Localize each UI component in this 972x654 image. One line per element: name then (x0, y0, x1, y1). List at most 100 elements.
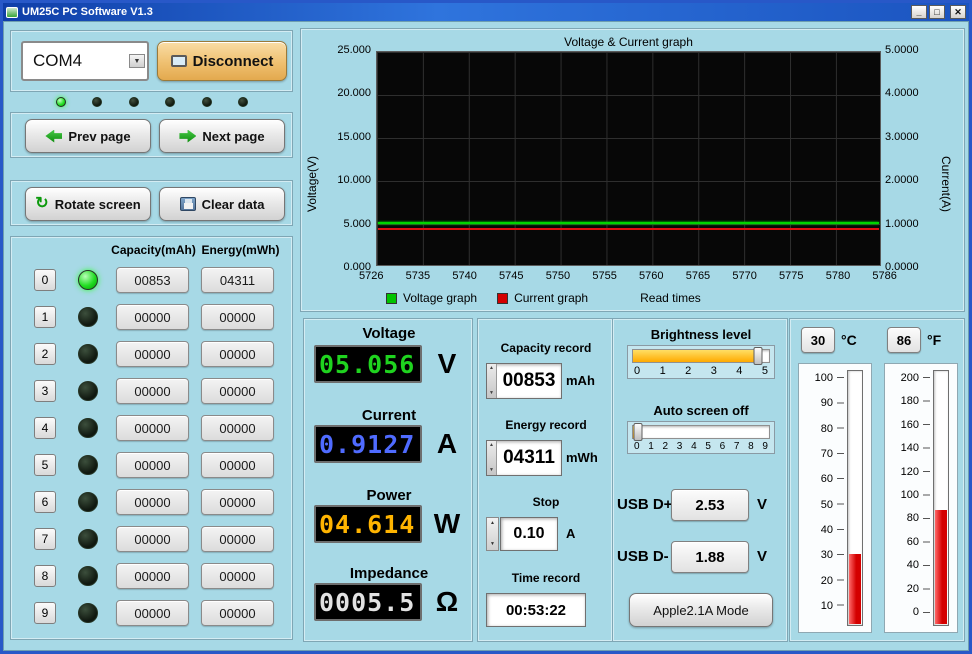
row-index-button[interactable]: 5 (34, 454, 56, 476)
x-tick: 5780 (825, 270, 851, 282)
capacity-record-field[interactable]: ▲ ▼ 00853 (486, 363, 562, 399)
energy-value: 00000 (201, 600, 274, 626)
row-index-button[interactable]: 8 (34, 565, 56, 587)
y-tick: 1.0000 (885, 217, 919, 230)
auto-screen-off-slider[interactable]: 0123456789 (627, 421, 775, 454)
y-tick: 20.000 (337, 87, 371, 100)
maximize-button[interactable]: □ (929, 5, 945, 19)
graph-panel: Voltage & Current graph Voltage(V) 25.00… (300, 28, 965, 312)
row-index-button[interactable]: 1 (34, 306, 56, 328)
power-display: 04.614 (314, 505, 422, 543)
energy-record-label: Energy record (505, 418, 587, 432)
row-led (78, 603, 98, 623)
voltage-display: 05.056 (314, 345, 422, 383)
mode-button[interactable]: Apple2.1A Mode (629, 593, 773, 627)
fahrenheit-tick-marks (923, 377, 930, 613)
left-axis-ticks: 25.000 20.000 15.000 10.000 5.000 0.000 (301, 44, 371, 273)
prev-page-button[interactable]: Prev page (25, 119, 151, 153)
capacity-value: 00000 (116, 341, 189, 367)
prev-arrow-icon (45, 129, 63, 143)
brightness-slider[interactable]: 012345 (627, 345, 775, 379)
x-tick: 5740 (452, 270, 477, 282)
current-display: 0.9127 (314, 425, 422, 463)
auto-screen-off-track[interactable] (632, 423, 770, 441)
disconnect-button[interactable]: Disconnect (157, 41, 287, 81)
next-page-label: Next page (202, 128, 265, 144)
brightness-fill (633, 350, 759, 362)
table-row: 6 00000 00000 (11, 488, 294, 518)
y-tick: 15.000 (337, 130, 371, 143)
auto-screen-off-label: Auto screen off (653, 403, 749, 418)
capacity-value: 00000 (116, 526, 189, 552)
x-axis-ticks: 5726 5735 5740 5745 5750 5755 5760 5765 … (359, 270, 897, 282)
capacity-value: 00000 (116, 563, 189, 589)
fahrenheit-unit: °F (927, 332, 942, 348)
y-tick: 3.0000 (885, 130, 919, 143)
rotate-screen-button[interactable]: ↻ Rotate screen (25, 187, 151, 221)
page-indicator-dot (56, 97, 66, 107)
next-page-button[interactable]: Next page (159, 119, 285, 153)
row-led (78, 492, 98, 512)
time-record-field: 00:53:22 (486, 593, 586, 627)
fahrenheit-scale-labels: 200 180 160 140 120 100 80 60 40 20 0 (900, 372, 919, 618)
page-indicator-dots (56, 96, 248, 108)
chart-legend: Voltage graph Current graph Read times (386, 291, 701, 305)
row-led (78, 270, 98, 290)
row-led (78, 344, 98, 364)
clear-data-icon (179, 197, 196, 211)
row-index-button[interactable]: 2 (34, 343, 56, 365)
close-button[interactable]: ✕ (950, 5, 966, 19)
row-index-button[interactable]: 6 (34, 491, 56, 513)
stop-spinner[interactable]: ▲ ▼ (486, 517, 499, 551)
energy-record-value: 04311 (503, 447, 555, 468)
table-row: 7 00000 00000 (11, 525, 294, 555)
energy-record-field[interactable]: ▲ ▼ 04311 (486, 440, 562, 476)
clear-data-button[interactable]: Clear data (159, 187, 285, 221)
app-window: UM25C PC Software V1.3 _ □ ✕ COM4 ▼ Disc… (0, 0, 972, 654)
auto-screen-off-thumb[interactable] (633, 423, 643, 441)
meters-panel: Voltage 05.056 V Current 0.9127 A Power … (303, 318, 473, 642)
brightness-track[interactable] (632, 347, 770, 365)
capacity-record-label: Capacity record (500, 341, 592, 355)
stop-unit: A (566, 526, 576, 541)
capacity-record-spinner[interactable]: ▲ ▼ (487, 364, 497, 398)
row-led (78, 455, 98, 475)
row-index-button[interactable]: 7 (34, 528, 56, 550)
energy-value: 00000 (201, 415, 274, 441)
y-tick: 25.000 (337, 44, 371, 56)
row-index-button[interactable]: 4 (34, 417, 56, 439)
table-row: 2 00000 00000 (11, 340, 294, 370)
rotate-screen-label: Rotate screen (54, 196, 141, 212)
time-record-label: Time record (511, 571, 581, 585)
com-port-select[interactable]: COM4 ▼ (21, 41, 149, 81)
impedance-unit: Ω (435, 586, 459, 617)
brightness-thumb[interactable] (753, 347, 763, 365)
x-tick: 5755 (592, 270, 617, 282)
celsius-thermometer: 30 °C 100 90 80 70 60 50 40 30 20 10 (793, 323, 877, 639)
row-index-button[interactable]: 9 (34, 602, 56, 624)
row-index-button[interactable]: 3 (34, 380, 56, 402)
settings-panel: Brightness level 012345 Auto screen off … (612, 318, 788, 642)
voltage-legend-label: Voltage graph (403, 291, 478, 305)
row-led (78, 381, 98, 401)
rotate-icon: ↻ (35, 195, 49, 212)
y-tick: 10.000 (337, 174, 371, 187)
current-heading: Current (361, 407, 417, 424)
stop-field[interactable]: 0.10 (500, 517, 558, 551)
energy-value: 00000 (201, 489, 274, 515)
power-unit: W (433, 508, 461, 539)
row-index-button[interactable]: 0 (34, 269, 56, 291)
next-arrow-icon (179, 129, 197, 143)
minimize-button[interactable]: _ (911, 5, 927, 19)
dropdown-arrow-icon[interactable]: ▼ (129, 54, 145, 68)
energy-record-spinner[interactable]: ▲ ▼ (487, 441, 497, 475)
pager-panel: Prev page Next page (10, 112, 293, 158)
row-led (78, 418, 98, 438)
table-row: 3 00000 00000 (11, 377, 294, 407)
y-tick: 4.0000 (885, 87, 919, 100)
power-heading: Power (366, 487, 412, 504)
voltage-heading: Voltage (362, 325, 416, 342)
energy-value: 00000 (201, 341, 274, 367)
stop-value: 0.10 (513, 525, 545, 542)
voltage-line (378, 222, 879, 224)
